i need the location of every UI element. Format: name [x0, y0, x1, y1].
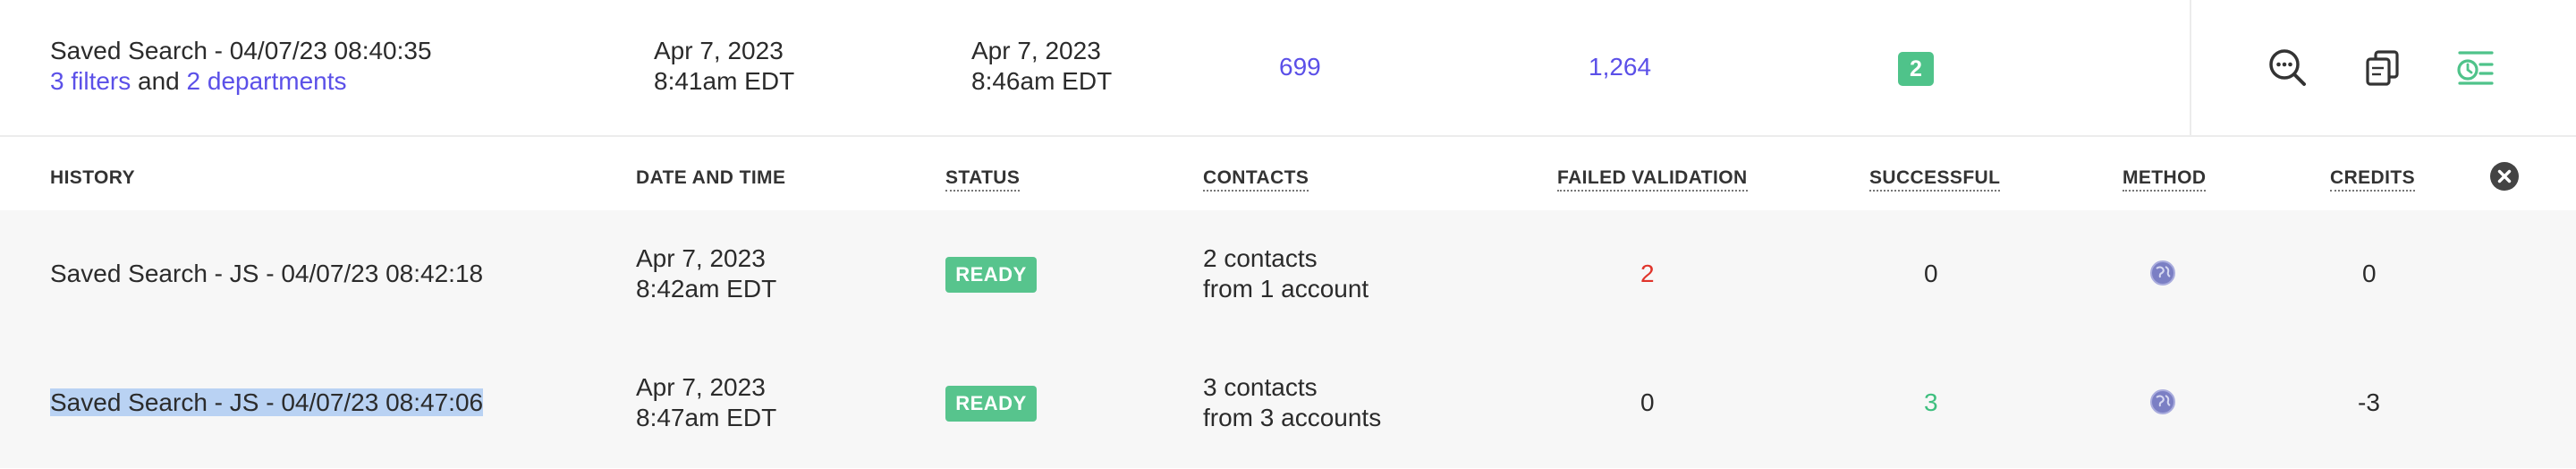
history-contacts: 2 contacts from 1 account: [1203, 243, 1368, 304]
copy-icon: [2366, 50, 2399, 86]
col-credits-header: CREDITS: [2330, 167, 2415, 192]
saved-search-title-cell: Saved Search - 04/07/23 08:40:35 3 filte…: [50, 36, 432, 97]
contacts-accounts: from 1 account: [1203, 275, 1369, 303]
contacts-count: 3 contacts: [1203, 373, 1318, 401]
successful-value: 3: [1924, 388, 1938, 416]
contacts-accounts: from 3 accounts: [1203, 404, 1382, 431]
history-name[interactable]: Saved Search - JS - 04/07/23 08:42:18: [50, 259, 483, 289]
successful-value: 0: [1924, 260, 1938, 287]
credits-value: -3: [2358, 388, 2380, 416]
copy-button[interactable]: [2360, 45, 2406, 91]
updated-datetime: Apr 7, 2023 8:46am EDT: [971, 36, 1112, 97]
created-time: 8:41am EDT: [654, 67, 795, 95]
saved-search-summary-row: Saved Search - 04/07/23 08:40:35 3 filte…: [0, 0, 2576, 137]
status-badge: READY: [945, 257, 1037, 293]
history-contacts: 3 contacts from 3 accounts: [1203, 372, 1381, 433]
history-time: 8:42am EDT: [636, 275, 777, 303]
history-row[interactable]: Saved Search - JS - 04/07/23 08:42:18 Ap…: [0, 210, 2576, 339]
search-comment-icon: [2269, 49, 2306, 86]
history-date: Apr 7, 2023: [636, 373, 766, 401]
created-datetime: Apr 7, 2023 8:41am EDT: [654, 36, 794, 97]
history-datetime: Apr 7, 2023 8:42am EDT: [636, 243, 776, 304]
history-date: Apr 7, 2023: [636, 244, 766, 272]
close-history-button[interactable]: [2490, 162, 2519, 191]
saved-search-title: Saved Search - 04/07/23 08:40:35: [50, 37, 432, 64]
history-row[interactable]: Saved Search - JS - 04/07/23 08:47:06 Ap…: [0, 339, 2576, 468]
selected-history-name: Saved Search - JS - 04/07/23 08:47:06: [50, 388, 484, 416]
history-button[interactable]: [2453, 45, 2499, 91]
history-time: 8:47am EDT: [636, 404, 777, 431]
history-header-row: HISTORY DATE AND TIME STATUS CONTACTS FA…: [0, 137, 2576, 210]
method-globe-icon: [2149, 260, 2176, 286]
col-contacts-header: CONTACTS: [1203, 167, 1309, 192]
col-method-header: METHOD: [2123, 167, 2207, 192]
col-successful-header: SUCCESSFUL: [1869, 167, 2001, 192]
status-badge: READY: [945, 386, 1037, 422]
filters-summary: 3 filters and 2 departments: [50, 66, 432, 97]
col-date-time-header: DATE AND TIME: [636, 167, 786, 188]
col-history-header: HISTORY: [50, 167, 135, 188]
departments-link[interactable]: 2 departments: [187, 67, 347, 95]
failed-validation-value: 0: [1640, 388, 1655, 416]
filters-link[interactable]: 3 filters: [50, 67, 131, 95]
actions-divider: [2190, 0, 2191, 137]
col-status-header: STATUS: [945, 167, 1021, 192]
count-b-link[interactable]: 1,264: [1589, 52, 1651, 82]
history-datetime: Apr 7, 2023 8:47am EDT: [636, 372, 776, 433]
created-date: Apr 7, 2023: [654, 37, 784, 64]
updated-date: Apr 7, 2023: [971, 37, 1101, 64]
failed-validation-value: 2: [1640, 260, 1655, 287]
close-icon: [2497, 169, 2512, 183]
method-globe-icon: [2149, 388, 2176, 415]
and-text: and: [138, 67, 180, 95]
updated-time: 8:46am EDT: [971, 67, 1113, 95]
history-list-icon: [2457, 51, 2494, 85]
count-a-link[interactable]: 699: [1279, 52, 1321, 82]
count-badge[interactable]: 2: [1898, 52, 1934, 86]
credits-value: 0: [2362, 260, 2377, 287]
history-name[interactable]: Saved Search - JS - 04/07/23 08:47:06: [50, 388, 484, 418]
contacts-count: 2 contacts: [1203, 244, 1318, 272]
col-failed-validation-header: FAILED VALIDATION: [1557, 167, 1748, 192]
history-panel: HISTORY DATE AND TIME STATUS CONTACTS FA…: [0, 137, 2576, 469]
search-comment-button[interactable]: [2265, 45, 2311, 91]
